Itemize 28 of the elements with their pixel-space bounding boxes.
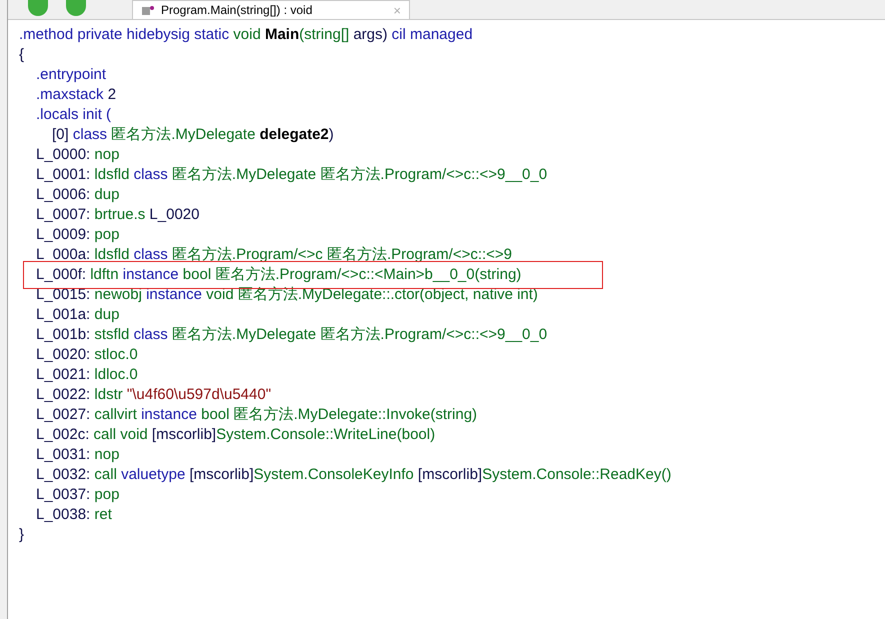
code-line: L_0032: call valuetype [mscorlib]System.ConsoleKeyInfo [mscorlib]System.Console::ReadKey() [36, 465, 672, 485]
code-line: L_001b: stsfld class 匿名方法.MyDelegate 匿名方法.Program/<>c::<>9__0_0 [36, 325, 548, 345]
code-line: L_0031: nop [36, 445, 120, 465]
editor-tab[interactable]: Program.Main(string[]) : void × [132, 0, 410, 19]
code-line: L_0037: pop [36, 485, 120, 505]
back-button[interactable] [28, 0, 48, 16]
code-line: L_0022: ldstr "\u4f60\u597d\u5440" [36, 385, 272, 405]
code-line: [0] class 匿名方法.MyDelegate delegate2) [52, 125, 334, 145]
tab-title: Program.Main(string[]) : void [161, 4, 312, 16]
forward-button[interactable] [66, 0, 86, 16]
code-line: { [19, 45, 24, 65]
code-line: L_0009: pop [36, 225, 120, 245]
code-line: L_0000: nop [36, 145, 120, 165]
code-line: L_0021: ldloc.0 [36, 365, 138, 385]
code-line: L_002c: call void [mscorlib]System.Console::WriteLine(bool) [36, 425, 436, 445]
code-line: L_0001: ldsfld class 匿名方法.MyDelegate 匿名方法.Program/<>c::<>9__0_0 [36, 165, 548, 185]
code-line: L_001a: dup [36, 305, 120, 325]
code-line: .maxstack 2 [36, 85, 116, 105]
code-line: L_0038: ret [36, 505, 112, 525]
code-line: .entrypoint [36, 65, 106, 85]
code-line: } [19, 525, 24, 545]
code-line: L_0027: callvirt instance bool 匿名方法.MyDelegate::Invoke(string) [36, 405, 478, 425]
code-line: L_0020: stloc.0 [36, 345, 138, 365]
code-line: L_0007: brtrue.s L_0020 [36, 205, 200, 225]
method-icon [141, 4, 155, 16]
code-line: L_0006: dup [36, 185, 120, 205]
code-line: .locals init ( [36, 105, 112, 125]
code-line: .method private hidebysig static void Main(string[] args) cil managed [19, 25, 473, 45]
